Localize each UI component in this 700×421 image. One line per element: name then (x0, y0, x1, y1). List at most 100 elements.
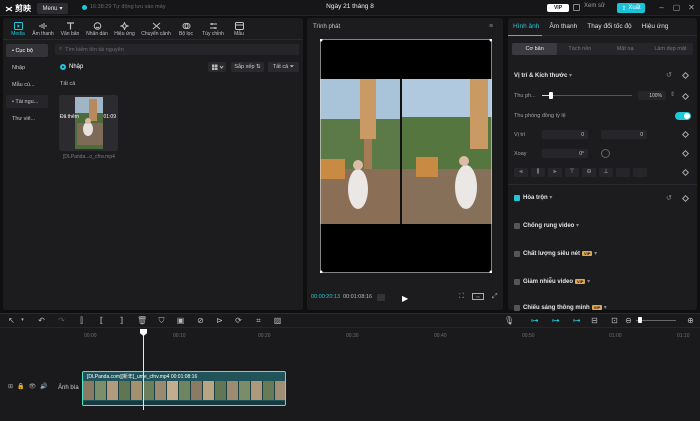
freeze-icon[interactable]: ▣ (176, 316, 185, 325)
align-bottom-icon[interactable]: ⊥ (599, 168, 613, 177)
rotate-dial-icon[interactable] (601, 149, 610, 158)
flip-v-icon[interactable] (633, 168, 647, 177)
magnet-icon[interactable]: ⊶ (551, 316, 560, 325)
reset-icon[interactable]: ↺ (666, 71, 672, 79)
split-left-icon[interactable]: ⟦ (97, 316, 106, 325)
shortcut-button[interactable]: Xem sử (584, 3, 605, 9)
keyframe-icon[interactable] (681, 194, 690, 203)
tool-transition[interactable]: Chuyển cảnh (138, 18, 174, 40)
undo-icon[interactable]: ↶ (37, 316, 46, 325)
marker-icon[interactable]: ⛉ (157, 316, 166, 325)
keyframe-icon[interactable] (681, 92, 690, 101)
tool-effects[interactable]: Hiệu ứng (111, 18, 138, 40)
minimize-icon[interactable]: – (657, 3, 666, 12)
project-title[interactable]: Ngày 21 tháng 8 (300, 3, 400, 10)
search-input[interactable]: ⌕ Tìm kiếm tên tài nguyên (55, 44, 299, 55)
scale-slider-handle[interactable] (549, 92, 553, 99)
zoom-in-icon[interactable]: ⊕ (686, 316, 695, 325)
playhead-handle[interactable] (140, 329, 147, 336)
pos-y-input[interactable]: 0 (601, 130, 647, 139)
keyframe-icon[interactable] (681, 130, 690, 139)
subtab-beauty[interactable]: Làm đẹp mặt (648, 43, 693, 55)
layout-icon[interactable] (573, 4, 580, 11)
playhead[interactable] (143, 332, 144, 410)
keyframe-icon[interactable] (681, 71, 690, 80)
flip-h-icon[interactable] (616, 168, 630, 177)
stabilize-checkbox[interactable] (514, 223, 520, 229)
subtab-mask[interactable]: Mặt nạ (603, 43, 648, 55)
blend-checkbox[interactable] (514, 195, 520, 201)
tool-template[interactable]: Mẫu (228, 18, 250, 40)
zoom-slider-handle[interactable] (638, 317, 642, 323)
sidebar-item-local[interactable]: • Cục bộ (6, 44, 48, 57)
lock-icon[interactable]: 🔒 (17, 383, 24, 390)
track-cover-label[interactable]: Ảnh bìa (58, 385, 79, 391)
subtab-basic[interactable]: Cơ bản (512, 43, 558, 55)
tool-media[interactable]: Media (7, 18, 29, 40)
close-icon[interactable]: ✕ (687, 3, 696, 12)
eye-icon[interactable]: 👁 (29, 383, 37, 390)
preview-axis-icon[interactable]: ⊟ (590, 316, 599, 325)
chevron-down-icon[interactable]: ▾ (18, 316, 27, 325)
mirror-icon[interactable]: ⊳ (215, 316, 224, 325)
fit-timeline-icon[interactable]: ⊡ (610, 316, 619, 325)
align-right-icon[interactable]: ⫸ (548, 168, 562, 177)
link-track-icon[interactable]: ⊶ (530, 316, 539, 325)
menu-icon[interactable]: ≡ (489, 23, 493, 30)
video-clip[interactable]: [DLPanda.com][新年]_ume_cfnv.mp4 00:01:08:… (82, 371, 286, 406)
keyframe-icon[interactable] (681, 168, 690, 177)
snap-icon[interactable]: ⊶ (572, 316, 581, 325)
rotate-icon[interactable]: ⟳ (234, 316, 243, 325)
split-icon[interactable]: ⫿ (77, 316, 86, 325)
tab-speed[interactable]: Thay đổi tốc độ (587, 23, 631, 30)
maximize-icon[interactable]: ▢ (672, 3, 681, 12)
tab-audio[interactable]: Âm thanh (549, 23, 577, 30)
vip-badge[interactable]: VIP (547, 4, 569, 12)
tab-effects[interactable]: Hiệu ứng (642, 23, 669, 30)
fullscreen-icon[interactable]: ⤢ (492, 293, 498, 301)
stepper-icon[interactable]: ⇕ (670, 91, 675, 98)
media-thumbnail[interactable]: Đã thêm 01:09 (59, 95, 118, 151)
tool-text[interactable]: Văn bản (57, 18, 83, 40)
reverse-icon[interactable]: ⊘ (196, 316, 205, 325)
export-button[interactable]: ⇪ Xuất (617, 3, 645, 13)
import-button[interactable]: Nhập (60, 64, 83, 70)
sidebar-item-resources[interactable]: • Tài ngu... (6, 95, 48, 108)
menu-button[interactable]: Menu ▾ (37, 3, 68, 14)
scale-slider[interactable] (542, 95, 632, 96)
fit-icon[interactable]: ⛶ (459, 293, 464, 301)
redo-icon[interactable]: ↷ (57, 316, 66, 325)
zoom-out-icon[interactable]: ⊖ (624, 316, 633, 325)
subtab-remove-bg[interactable]: Tách nền (557, 43, 602, 55)
align-left-icon[interactable]: ⫷ (514, 168, 528, 177)
light-checkbox[interactable] (514, 305, 520, 311)
speaker-icon[interactable]: 🔊 (40, 383, 47, 390)
tool-sticker[interactable]: Nhãn dán (83, 18, 111, 40)
filter-button[interactable]: Tất cả ⏷ (268, 62, 299, 72)
ratio-icon[interactable]: ▭ (472, 293, 484, 300)
sidebar-item-library[interactable]: Thư viê... (6, 112, 48, 125)
pos-x-input[interactable]: 0 (542, 130, 588, 139)
rotate-input[interactable]: 0° (542, 149, 588, 158)
preview-canvas[interactable] (320, 39, 492, 273)
image-edit-icon[interactable]: ▨ (273, 316, 282, 325)
track-cover-icon[interactable]: ⊞ (8, 383, 13, 390)
grid-view-icon[interactable] (208, 62, 226, 72)
align-top-icon[interactable]: ⊤ (565, 168, 579, 177)
scale-value[interactable]: 100% (638, 91, 666, 100)
delete-icon[interactable]: 🗑 (137, 316, 147, 325)
keyframe-icon[interactable] (681, 149, 690, 158)
align-middle-icon[interactable]: ⊖ (582, 168, 596, 177)
pointer-icon[interactable]: ↖ (7, 316, 16, 325)
crop-icon[interactable]: ⌗ (254, 316, 263, 325)
play-button[interactable]: ▶ (402, 294, 408, 303)
tool-adjust[interactable]: Tùy chỉnh (198, 18, 228, 40)
sidebar-item-import[interactable]: Nhập (6, 61, 48, 74)
timeline-display-icon[interactable] (377, 294, 385, 301)
align-center-icon[interactable]: ⫼ (531, 168, 545, 177)
sort-button[interactable]: Sắp xếp ⇅ (231, 62, 264, 72)
zoom-slider[interactable] (636, 320, 676, 321)
uniform-scale-toggle[interactable] (675, 112, 691, 120)
denoise-checkbox[interactable] (514, 279, 520, 285)
sidebar-item-templates[interactable]: Mẫu cù... (6, 78, 48, 91)
